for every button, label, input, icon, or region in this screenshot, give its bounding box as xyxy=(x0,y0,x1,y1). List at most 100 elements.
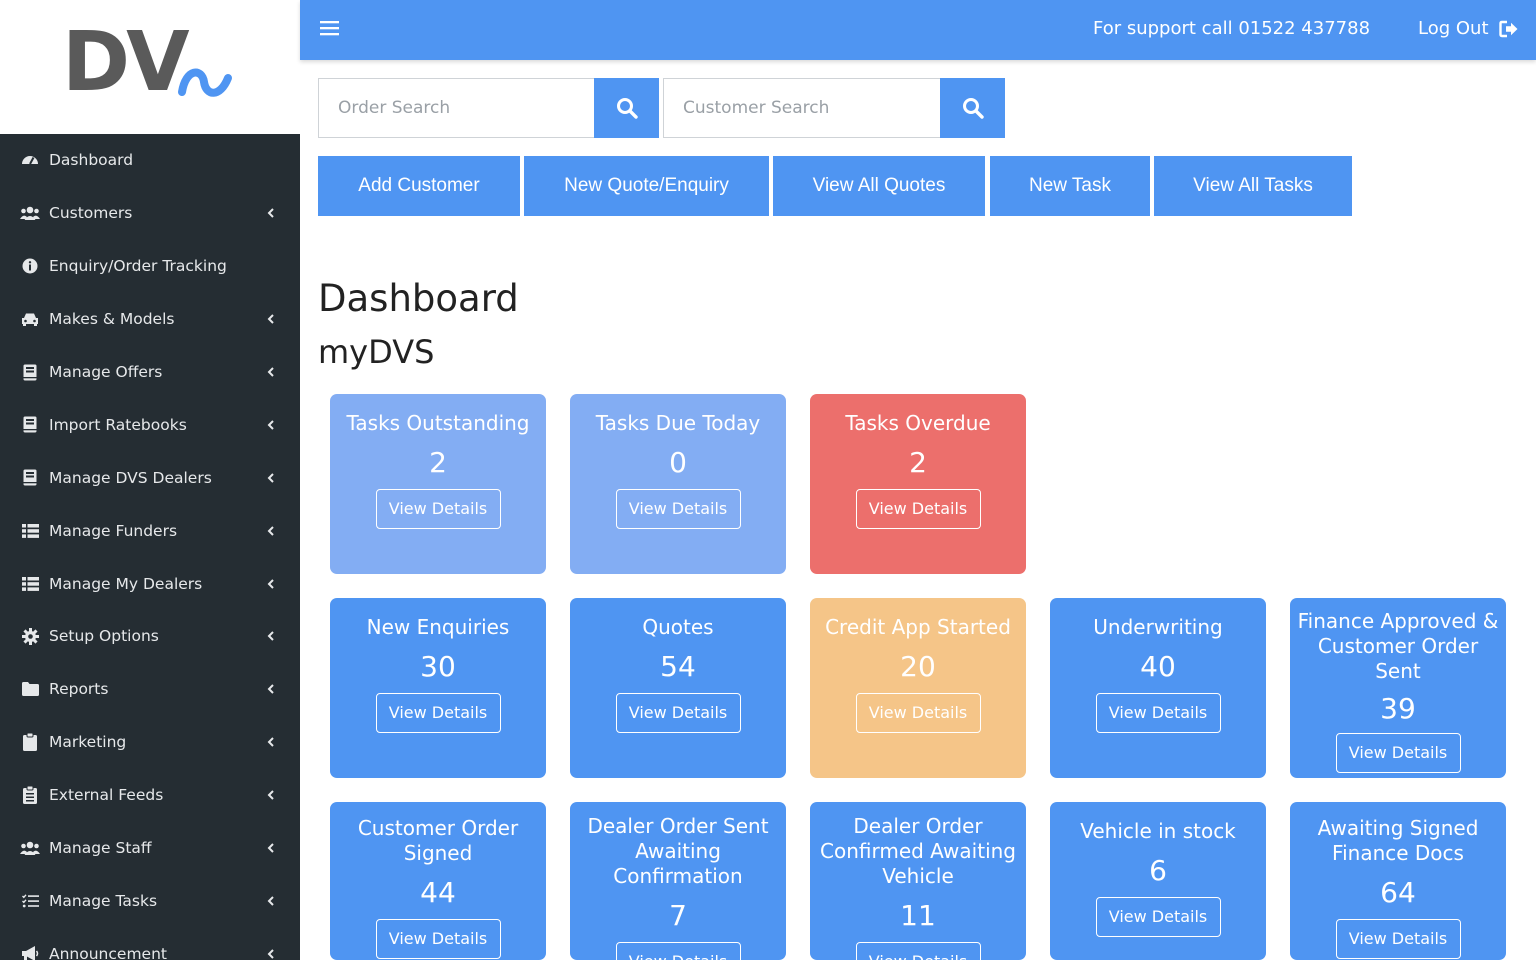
users-icon xyxy=(20,838,40,858)
sidebar-nav: Dashboard Customers Enquiry/Order Tracki… xyxy=(0,134,300,960)
card-tasks-outstanding: Tasks Outstanding 2 View Details xyxy=(330,394,546,574)
card-title: Customer Order Signed xyxy=(357,816,519,865)
card-count: 11 xyxy=(900,899,936,932)
card-customer-order-signed: Customer Order Signed 44 View Details xyxy=(330,802,546,960)
sidebar-item-makes-models[interactable]: Makes & Models xyxy=(0,293,300,346)
sign-out-icon xyxy=(1498,20,1518,37)
card-title: Tasks Overdue xyxy=(845,411,991,435)
chevron-left-icon xyxy=(267,631,274,642)
sidebar-item-setup-options[interactable]: Setup Options xyxy=(0,610,300,663)
card-count: 64 xyxy=(1380,876,1416,909)
sidebar-item-manage-staff[interactable]: Manage Staff xyxy=(0,822,300,875)
card-title: Tasks Due Today xyxy=(595,411,761,435)
list-icon xyxy=(20,574,40,594)
view-details-button[interactable]: View Details xyxy=(855,942,981,960)
view-details-button[interactable]: View Details xyxy=(615,489,741,529)
chevron-left-icon xyxy=(267,367,274,377)
customer-search-input[interactable] xyxy=(663,78,941,138)
sidebar: DV Dashboard Customers Enquiry/Order Tra… xyxy=(0,0,300,960)
tasks-icon xyxy=(20,891,40,911)
view-details-button[interactable]: View Details xyxy=(615,693,741,733)
sidebar-item-label: Manage Funders xyxy=(49,521,178,540)
card-count: 40 xyxy=(1140,650,1176,683)
logout-button[interactable]: Log Out xyxy=(1418,18,1519,39)
chevron-left-icon xyxy=(267,420,274,430)
card-title: Finance Approved & Customer Order Sent xyxy=(1297,609,1499,683)
sidebar-item-label: Enquiry/Order Tracking xyxy=(49,257,227,276)
sidebar-item-manage-dvs-dealers[interactable]: Manage DVS Dealers xyxy=(0,451,300,504)
view-details-button[interactable]: View Details xyxy=(855,693,981,733)
card-count: 6 xyxy=(1149,854,1167,887)
sidebar-item-customers[interactable]: Customers xyxy=(0,187,300,240)
logo[interactable]: DV xyxy=(0,0,300,134)
view-details-button[interactable]: View Details xyxy=(375,919,501,959)
sidebar-item-label: Marketing xyxy=(49,733,127,752)
card-title: Underwriting xyxy=(1093,615,1223,639)
view-details-button[interactable]: View Details xyxy=(1095,693,1221,733)
chevron-left-icon xyxy=(267,790,274,800)
card-title: Awaiting Signed Finance Docs xyxy=(1317,816,1479,865)
card-title: Quotes xyxy=(642,615,714,639)
chevron-left-icon xyxy=(267,949,274,959)
page-subtitle: myDVS xyxy=(318,333,435,371)
order-search-button[interactable] xyxy=(594,78,659,138)
new-quote-button[interactable]: New Quote/Enquiry xyxy=(524,156,769,216)
chevron-left-icon xyxy=(267,208,274,219)
sidebar-item-manage-my-dealers[interactable]: Manage My Dealers xyxy=(0,557,300,610)
view-details-button[interactable]: View Details xyxy=(615,942,741,960)
card-title: Vehicle in stock xyxy=(1080,819,1236,843)
sidebar-item-label: Manage Offers xyxy=(49,363,163,381)
card-title: Credit App Started xyxy=(825,615,1011,639)
card-dealer-order-confirmed: Dealer Order Confirmed Awaiting Vehicle … xyxy=(810,802,1026,960)
sidebar-item-marketing[interactable]: Marketing xyxy=(0,716,300,769)
view-details-button[interactable]: View Details xyxy=(1335,733,1461,773)
new-task-button[interactable]: New Task xyxy=(990,156,1150,216)
sidebar-item-import-ratebooks[interactable]: Import Ratebooks xyxy=(0,398,300,451)
add-customer-button[interactable]: Add Customer xyxy=(318,156,520,216)
card-dealer-order-sent: Dealer Order Sent Awaiting Confirmation … xyxy=(570,802,786,960)
card-tasks-overdue: Tasks Overdue 2 View Details xyxy=(810,394,1026,574)
view-details-button[interactable]: View Details xyxy=(1335,919,1461,959)
folder-icon xyxy=(20,679,40,699)
sidebar-item-manage-tasks[interactable]: Manage Tasks xyxy=(0,874,300,927)
sidebar-item-manage-offers[interactable]: Manage Offers xyxy=(0,346,300,399)
view-all-quotes-button[interactable]: View All Quotes xyxy=(773,156,985,216)
search-icon xyxy=(616,98,638,119)
card-credit-app-started: Credit App Started 20 View Details xyxy=(810,598,1026,778)
chevron-left-icon xyxy=(267,525,274,536)
sidebar-item-reports[interactable]: Reports xyxy=(0,663,300,716)
order-search-input[interactable] xyxy=(318,78,595,138)
card-vehicle-in-stock: Vehicle in stock 6 View Details xyxy=(1050,802,1266,960)
view-details-button[interactable]: View Details xyxy=(1095,897,1221,937)
chevron-left-icon xyxy=(267,473,274,483)
chevron-left-icon xyxy=(267,896,274,906)
card-count: 2 xyxy=(429,446,447,479)
book-icon xyxy=(20,362,40,382)
sidebar-item-enquiry-tracking[interactable]: Enquiry/Order Tracking xyxy=(0,240,300,293)
top-bar: For support call 01522 437788 Log Out xyxy=(300,0,1536,60)
sidebar-item-announcement[interactable]: Announcement xyxy=(0,927,300,960)
sidebar-item-manage-funders[interactable]: Manage Funders xyxy=(0,504,300,557)
book-icon xyxy=(20,468,40,488)
info-circle-icon xyxy=(20,256,40,276)
view-all-tasks-button[interactable]: View All Tasks xyxy=(1154,156,1352,216)
chevron-left-icon xyxy=(267,684,274,695)
view-details-button[interactable]: View Details xyxy=(375,693,501,733)
logo-dv-text: DV xyxy=(62,15,190,110)
card-title: Tasks Outstanding xyxy=(346,411,530,435)
sidebar-item-external-feeds[interactable]: External Feeds xyxy=(0,769,300,822)
view-details-button[interactable]: View Details xyxy=(375,489,501,529)
view-details-button[interactable]: View Details xyxy=(855,489,981,529)
sidebar-item-label: Manage Staff xyxy=(49,839,152,858)
gear-icon xyxy=(20,626,40,646)
car-icon xyxy=(20,309,40,329)
card-title: New Enquiries xyxy=(366,615,510,639)
hamburger-menu-icon[interactable] xyxy=(320,19,339,37)
book-icon xyxy=(20,415,40,435)
sidebar-item-label: Manage Tasks xyxy=(49,891,158,910)
customer-search-button[interactable] xyxy=(940,78,1005,138)
sidebar-item-dashboard[interactable]: Dashboard xyxy=(0,134,300,187)
sidebar-item-label: Manage DVS Dealers xyxy=(49,468,212,487)
card-count: 7 xyxy=(669,899,687,932)
card-count: 39 xyxy=(1380,692,1416,725)
